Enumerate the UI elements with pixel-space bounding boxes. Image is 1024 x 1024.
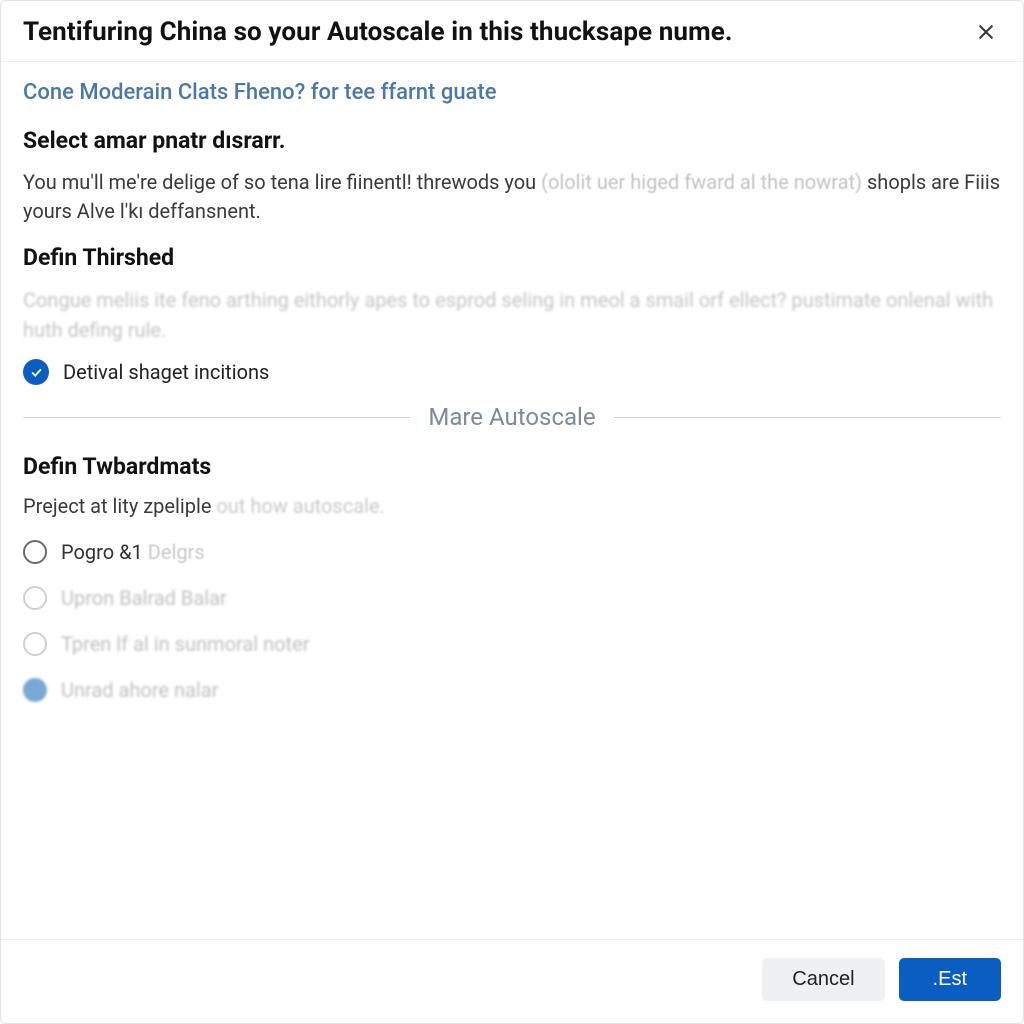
radio-option-3[interactable]: Unrad ahore nalar bbox=[23, 678, 1001, 702]
dialog: Tentifuring China so your Autoscale in t… bbox=[0, 0, 1024, 1024]
desc-part-a: You mu'll me're delige of so tena lire f… bbox=[23, 170, 541, 194]
divider-line-right bbox=[614, 417, 1001, 418]
dialog-title: Tentifuring China so your Autoscale in t… bbox=[23, 17, 733, 47]
section-threshold-title: Defin Thirshed bbox=[23, 244, 1001, 271]
radio-label: Unrad ahore nalar bbox=[61, 678, 218, 702]
dialog-header: Tentifuring China so your Autoscale in t… bbox=[1, 1, 1023, 62]
divider-line-left bbox=[23, 417, 410, 418]
section-select-description: You mu'll me're delige of so tena lire f… bbox=[23, 168, 1001, 226]
radio-label: Tpren lf al in sunmoral noter bbox=[61, 632, 309, 656]
checkbox-row[interactable]: Detival shaget incitions bbox=[23, 359, 1001, 385]
section-divider: Mare Autoscale bbox=[23, 403, 1001, 431]
radio-icon bbox=[23, 540, 47, 564]
dialog-footer: Cancel .Est bbox=[1, 939, 1023, 1023]
radio-option-0[interactable]: Pogro &1 Delgrs bbox=[23, 540, 1001, 564]
section-threshold-blurred-text: Congue meliis ite feno arthing eithorly … bbox=[23, 285, 1001, 345]
radio-group: Pogro &1 Delgrs Upron Balrad Balar Tpren… bbox=[23, 540, 1001, 702]
radio-label: Pogro &1 Delgrs bbox=[61, 540, 205, 564]
radio-option-1[interactable]: Upron Balrad Balar bbox=[23, 586, 1001, 610]
confirm-button[interactable]: .Est bbox=[899, 958, 1001, 1001]
close-button[interactable] bbox=[971, 17, 1001, 47]
section-twbardmats-sub: Preject at lity zpeliple out how autosca… bbox=[23, 494, 1001, 518]
checkbox-label: Detival shaget incitions bbox=[63, 360, 269, 384]
divider-label: Mare Autoscale bbox=[428, 403, 595, 431]
radio-icon bbox=[23, 586, 47, 610]
checkbox-checked-icon[interactable] bbox=[23, 359, 49, 385]
section-select-title: Select amar pnatr dısrarr. bbox=[23, 127, 1001, 154]
radio-label: Upron Balrad Balar bbox=[61, 586, 227, 610]
radio-option-2[interactable]: Tpren lf al in sunmoral noter bbox=[23, 632, 1001, 656]
sub-faded: out how autoscale. bbox=[216, 494, 384, 518]
help-link[interactable]: Cone Moderain Clats Fheno? for tee ffarn… bbox=[23, 80, 497, 105]
radio-icon-selected bbox=[23, 678, 47, 702]
radio-icon bbox=[23, 632, 47, 656]
cancel-button[interactable]: Cancel bbox=[762, 958, 884, 1001]
sub-part-a: Preject at lity zpeliple bbox=[23, 494, 216, 518]
dialog-body: Cone Moderain Clats Fheno? for tee ffarn… bbox=[1, 62, 1023, 939]
desc-faded: (ololit uer higed fward al the nowrat) bbox=[541, 170, 862, 194]
section-twbardmats-title: Defin Twbardmats bbox=[23, 453, 1001, 480]
close-icon bbox=[975, 21, 997, 43]
